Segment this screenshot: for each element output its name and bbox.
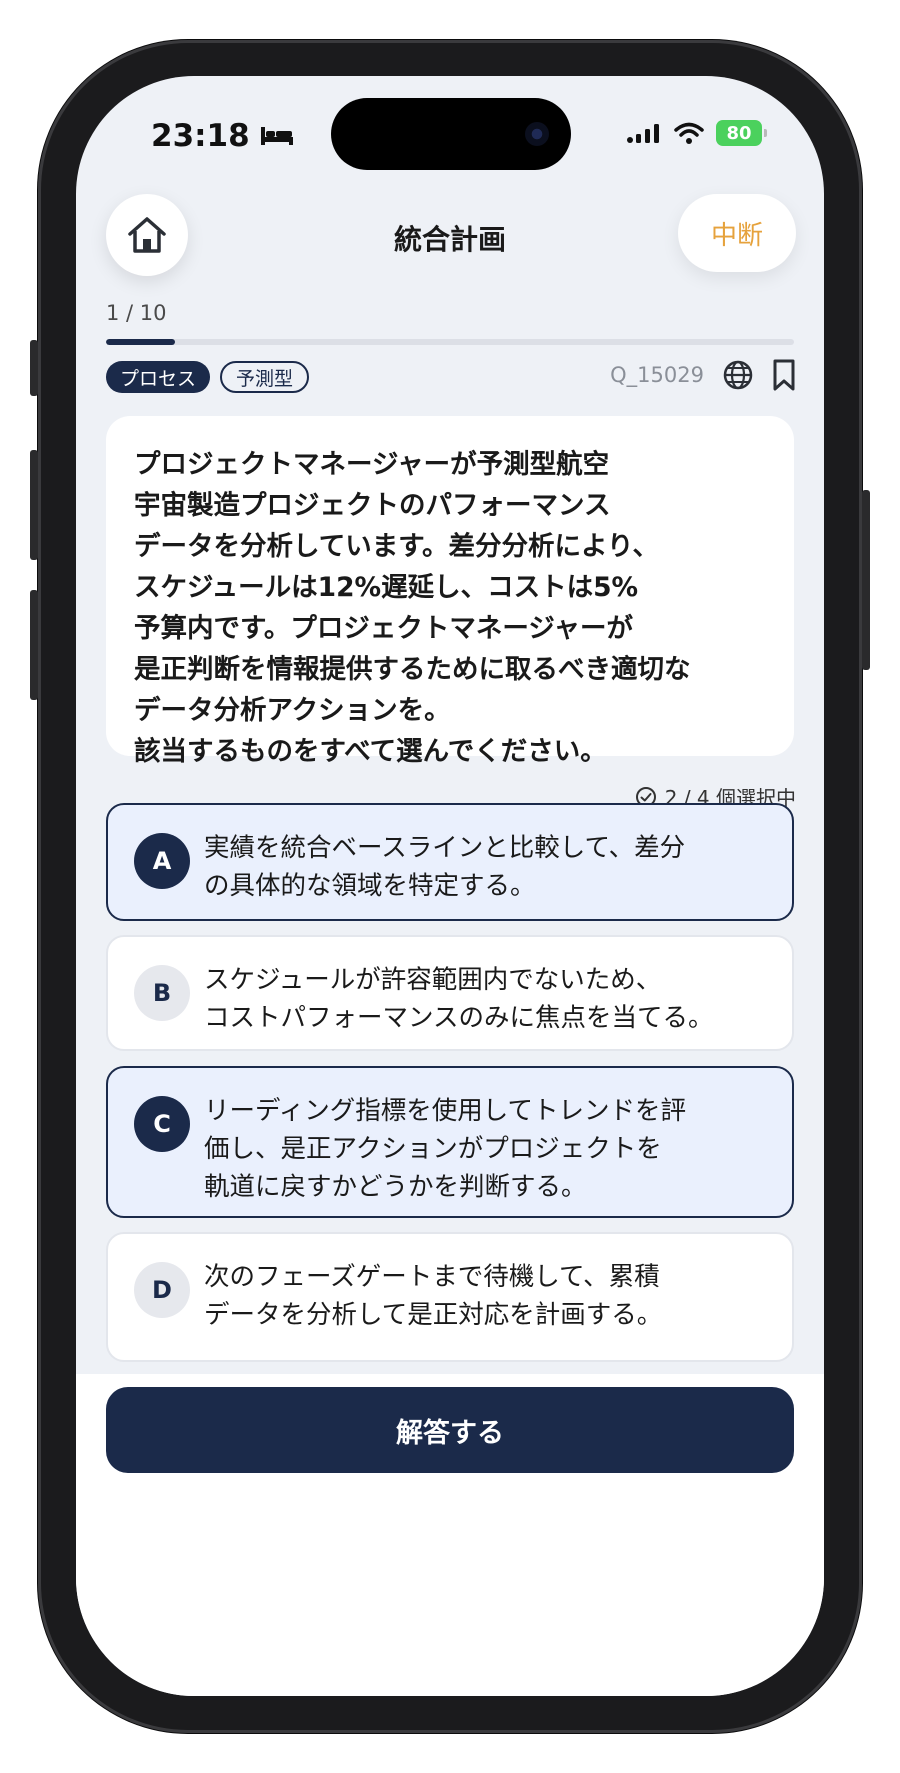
action-button bbox=[30, 340, 38, 396]
progress-bar bbox=[106, 339, 794, 345]
status-time: 23:18 bbox=[151, 118, 294, 154]
battery-level: 80 bbox=[726, 122, 752, 144]
option-text: スケジュールが許容範囲内でないため、 コストパフォーマンスのみに焦点を当てる。 bbox=[204, 965, 714, 1033]
tag-list: プロセス 予測型 bbox=[106, 361, 310, 393]
question-meta: Q_15029 bbox=[610, 358, 796, 392]
sleep-bed-icon bbox=[260, 127, 293, 145]
question-id: Q_15029 bbox=[610, 363, 704, 387]
option-letter: C bbox=[134, 1096, 190, 1152]
option-c[interactable]: C リーディング指標を使用してトレンドを評 価し、是正アクションがプロジェクトを… bbox=[106, 1066, 794, 1218]
question-text: プロジェクトマネージャーが予測型航空 宇宙製造プロジェクトのパフォーマンス デー… bbox=[134, 449, 691, 767]
signal-icon bbox=[627, 124, 659, 143]
tag-process: プロセス bbox=[106, 361, 211, 393]
camera-icon bbox=[525, 122, 549, 146]
option-a[interactable]: A 実績を統合ベースラインと比較して、差分 の具体的な領域を特定する。 bbox=[106, 803, 794, 921]
option-b[interactable]: B スケジュールが許容範囲内でないため、 コストパフォーマンスのみに焦点を当てる… bbox=[106, 935, 794, 1051]
screen: 23:18 80 統合計画 中断 1 / 10 プロセス 予測型 Q_15029… bbox=[76, 76, 824, 1696]
volume-down-button bbox=[30, 590, 38, 700]
option-letter: B bbox=[134, 965, 190, 1021]
status-time-text: 23:18 bbox=[151, 118, 250, 154]
volume-up-button bbox=[30, 450, 38, 560]
globe-icon[interactable] bbox=[722, 359, 754, 391]
option-text: リーディング指標を使用してトレンドを評 価し、是正アクションがプロジェクトを 軌… bbox=[204, 1096, 686, 1202]
question-card: プロジェクトマネージャーが予測型航空 宇宙製造プロジェクトのパフォーマンス デー… bbox=[106, 416, 794, 767]
option-text: 次のフェーズゲートまで待機して、累積 データを分析して是正対応を計画する。 bbox=[204, 1262, 663, 1330]
wifi-icon bbox=[674, 122, 704, 144]
submit-answer-button[interactable]: 解答する bbox=[106, 1387, 794, 1473]
status-indicators: 80 bbox=[626, 120, 767, 146]
battery-indicator: 80 bbox=[716, 120, 767, 146]
tag-predictive: 予測型 bbox=[220, 361, 310, 393]
option-text: 実績を統合ベースラインと比較して、差分 の具体的な領域を特定する。 bbox=[204, 833, 686, 901]
dynamic-island bbox=[331, 98, 571, 170]
progress-text: 1 / 10 bbox=[106, 301, 167, 325]
power-button bbox=[862, 490, 870, 670]
option-d[interactable]: D 次のフェーズゲートまで待機して、累積 データを分析して是正対応を計画する。 bbox=[106, 1232, 794, 1362]
progress-fill bbox=[106, 339, 175, 345]
suspend-button[interactable]: 中断 bbox=[678, 194, 796, 272]
option-letter: D bbox=[134, 1262, 190, 1318]
bookmark-icon[interactable] bbox=[772, 358, 796, 392]
option-letter: A bbox=[134, 833, 190, 889]
